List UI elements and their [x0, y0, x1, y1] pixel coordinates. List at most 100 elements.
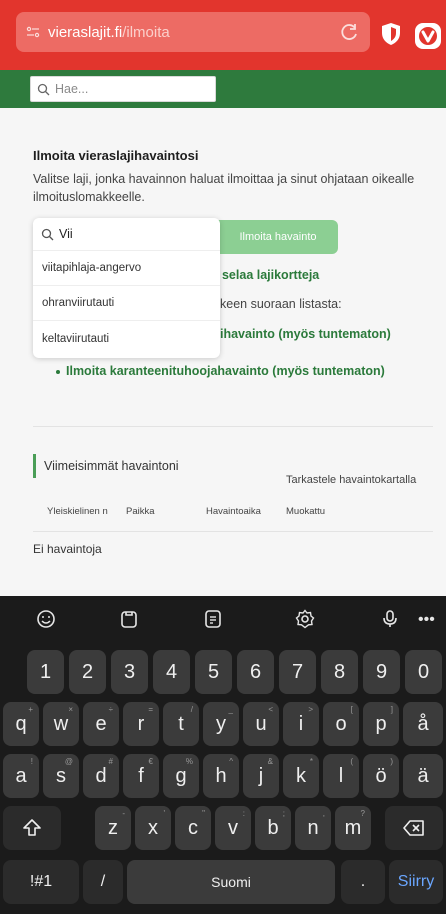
key-hint: >: [308, 705, 313, 714]
suggestion-item[interactable]: viitapihlaja-angervo: [33, 250, 220, 284]
report-observation-button[interactable]: Ilmoita havainto: [218, 220, 338, 254]
site-search-input[interactable]: Hae...: [30, 76, 216, 102]
key-8[interactable]: 8: [321, 650, 358, 694]
report-quarantine-link[interactable]: Ilmoita karanteenituhoojahavainto (myös …: [56, 364, 385, 378]
key-hint: %: [185, 757, 193, 766]
column-header-common-name[interactable]: Yleiskielinen n: [47, 506, 108, 517]
backspace-icon: [403, 820, 424, 836]
key-label: k: [296, 764, 306, 787]
report-invasive-link[interactable]: ihavainto (myös tuntematon): [220, 327, 391, 341]
settings-icon[interactable]: [295, 609, 315, 629]
shield-icon[interactable]: [380, 22, 402, 46]
key-w[interactable]: w ×: [43, 702, 79, 746]
microphone-icon[interactable]: [380, 609, 400, 629]
column-header-modified[interactable]: Muokattu: [286, 506, 325, 517]
column-header-place[interactable]: Paikka: [126, 506, 155, 517]
key-2[interactable]: 2: [69, 650, 106, 694]
main-content: Ilmoita vieraslajihavaintosi Valitse laj…: [0, 108, 446, 596]
key-k[interactable]: k *: [283, 754, 319, 798]
key-x[interactable]: x ': [135, 806, 171, 850]
key-label: h: [215, 764, 227, 787]
emoji-icon[interactable]: [36, 609, 56, 629]
key-3[interactable]: 3: [111, 650, 148, 694]
key-9[interactable]: 9: [363, 650, 400, 694]
key-7[interactable]: 7: [279, 650, 316, 694]
key-b[interactable]: b;: [255, 806, 291, 850]
species-search-input[interactable]: Vii: [33, 218, 220, 250]
space-key[interactable]: Suomi: [127, 860, 335, 904]
reload-icon[interactable]: [340, 22, 360, 42]
key-label: d: [95, 764, 107, 787]
period-key[interactable]: .: [341, 860, 385, 904]
keyboard-toolbar: •••: [0, 596, 446, 642]
key-y[interactable]: y _: [203, 702, 239, 746]
species-autocomplete: Vii viitapihlaja-angervo ohranviirutauti…: [33, 218, 220, 358]
key-hint: €: [148, 757, 153, 766]
shift-icon: [23, 819, 41, 836]
key-r[interactable]: r =: [123, 702, 159, 746]
key-m[interactable]: m?: [335, 806, 371, 850]
key-label: y: [216, 712, 226, 735]
key-hint: #: [108, 757, 113, 766]
key-n[interactable]: n,: [295, 806, 331, 850]
symbols-key[interactable]: !#1: [3, 860, 79, 904]
key-hint: +: [28, 705, 33, 714]
key-hint: /: [190, 705, 193, 714]
column-header-observation-time[interactable]: Havaintoaika: [206, 506, 261, 517]
key-u[interactable]: u <: [243, 702, 279, 746]
key-t[interactable]: t /: [163, 702, 199, 746]
key-z[interactable]: z-: [95, 806, 131, 850]
key-hint: &: [267, 757, 273, 766]
key-4[interactable]: 4: [153, 650, 190, 694]
on-screen-keyboard: ••• 1 2 3 4 5 6 7 8 9 0 q + w × e ÷ r = t / y…: [0, 596, 446, 914]
key-1[interactable]: 1: [27, 650, 64, 694]
key-g[interactable]: g%: [163, 754, 199, 798]
key-o[interactable]: o[: [323, 702, 359, 746]
key-hint: ": [202, 809, 205, 818]
key-a-umlaut[interactable]: ä: [403, 754, 443, 798]
key-f[interactable]: f €: [123, 754, 159, 798]
key-v[interactable]: v:: [215, 806, 251, 850]
key-s[interactable]: s @: [43, 754, 79, 798]
observation-map-link[interactable]: Tarkastele havaintokartalla: [286, 474, 416, 486]
key-a[interactable]: a!: [3, 754, 39, 798]
text-edit-icon[interactable]: [203, 609, 223, 629]
key-e[interactable]: e ÷: [83, 702, 119, 746]
clipboard-icon[interactable]: [119, 609, 139, 629]
key-0[interactable]: 0: [405, 650, 442, 694]
site-header: Hae...: [0, 70, 446, 108]
section-divider: [33, 426, 433, 427]
key-label: s: [56, 764, 66, 787]
key-label: j: [258, 764, 264, 787]
go-key[interactable]: Siirry: [389, 860, 443, 904]
key-5[interactable]: 5: [195, 650, 232, 694]
address-bar[interactable]: vieraslajit.fi/ilmoita: [16, 12, 370, 52]
key-label: t: [178, 712, 184, 735]
key-p[interactable]: p]: [363, 702, 399, 746]
backspace-key[interactable]: [385, 806, 443, 850]
key-h[interactable]: h ^: [203, 754, 239, 798]
key-label: m: [344, 816, 362, 839]
key-o-umlaut[interactable]: ö): [363, 754, 399, 798]
suggestion-item[interactable]: ohranviirutauti: [33, 285, 220, 319]
site-settings-icon[interactable]: [26, 25, 40, 39]
key-d[interactable]: d #: [83, 754, 119, 798]
key-a-ring[interactable]: å: [403, 702, 443, 746]
vivaldi-logo-icon[interactable]: [414, 22, 442, 50]
key-label: å: [417, 712, 429, 735]
shift-key[interactable]: [3, 806, 61, 850]
search-icon: [37, 83, 50, 95]
key-i[interactable]: i >: [283, 702, 319, 746]
suggestion-item[interactable]: keltaviirutauti: [33, 320, 220, 356]
key-6[interactable]: 6: [237, 650, 274, 694]
more-icon[interactable]: •••: [418, 611, 435, 629]
key-c[interactable]: c ": [175, 806, 211, 850]
browse-species-cards-link[interactable]: selaa lajikortteja: [222, 268, 319, 282]
slash-key[interactable]: /: [83, 860, 123, 904]
key-j[interactable]: j &: [243, 754, 279, 798]
key-hint: ;: [282, 809, 285, 818]
key-q[interactable]: q +: [3, 702, 39, 746]
key-label: v: [228, 816, 238, 839]
key-l[interactable]: l(: [323, 754, 359, 798]
key-label: l: [338, 764, 344, 787]
